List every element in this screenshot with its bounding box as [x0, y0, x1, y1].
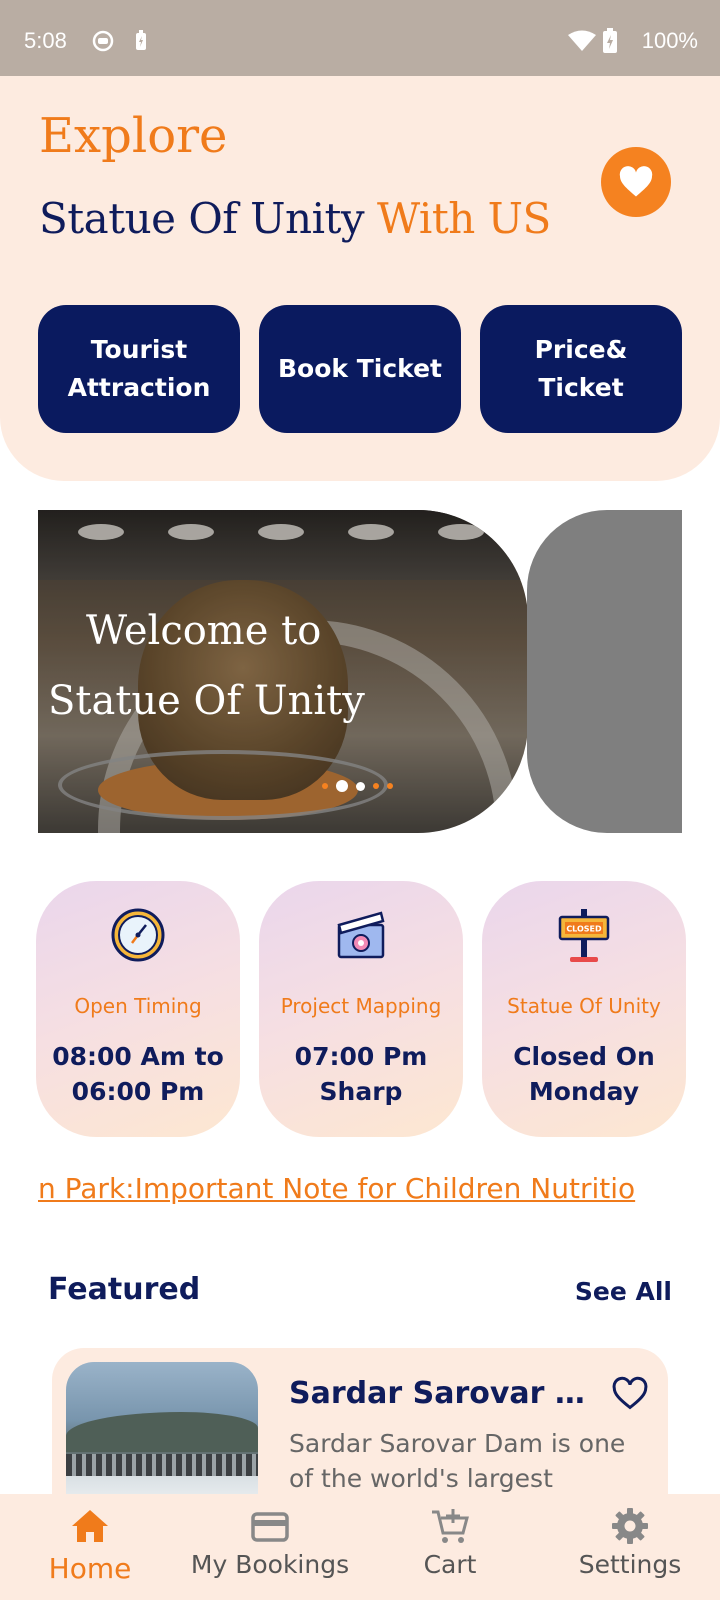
headline-accent: With US	[377, 194, 551, 243]
explore-title: Explore	[39, 108, 228, 164]
nav-home[interactable]: Home	[5, 1494, 175, 1600]
carousel-dot[interactable]	[356, 781, 365, 791]
wifi-icon	[568, 30, 596, 51]
book-ticket-button[interactable]: Book Ticket	[259, 305, 461, 433]
info-card-label: Open Timing	[74, 994, 202, 1018]
info-cards: Open Timing 08:00 Am to 06:00 Pm Project…	[36, 881, 686, 1137]
battery-icon	[603, 28, 617, 53]
featured-title: Sardar Sarovar D...	[289, 1376, 589, 1411]
carousel-dot[interactable]	[387, 783, 393, 789]
carousel-dot-active[interactable]	[336, 780, 348, 792]
svg-text:CLOSED: CLOSED	[566, 925, 602, 934]
heart-icon	[619, 166, 653, 197]
nav-my-bookings[interactable]: My Bookings	[185, 1494, 355, 1600]
featured-heading: Featured	[48, 1272, 201, 1307]
info-card-value: 07:00 Pm Sharp	[294, 1042, 428, 1106]
featured-card[interactable]: Sardar Sarovar D... Sardar Sarovar Dam i…	[52, 1348, 668, 1508]
nav-label: Home	[48, 1552, 132, 1585]
nav-label: Settings	[578, 1550, 682, 1579]
price-ticket-button[interactable]: Price& Ticket	[480, 305, 682, 433]
hero-carousel[interactable]: Welcome to Statue Of Unity	[38, 510, 528, 833]
bottom-navigation: Home My Bookings Cart Settings	[0, 1494, 720, 1600]
cart-icon	[432, 1509, 469, 1543]
battery-saver-icon	[136, 30, 146, 50]
projector-icon	[337, 911, 385, 959]
status-bar: 5:08 100%	[0, 0, 720, 76]
announcement-marquee[interactable]: n Park:Important Note for Children Nutri…	[38, 1172, 682, 1212]
headline-main: Statue Of Unity	[39, 194, 377, 243]
carousel-next-slide[interactable]	[527, 510, 682, 833]
nav-label: Cart	[423, 1550, 477, 1579]
closed-sign-icon: CLOSED	[558, 909, 610, 962]
clock-icon	[111, 908, 165, 962]
tourist-attraction-button[interactable]: Tourist Attraction	[38, 305, 240, 433]
carousel-title-line1: Welcome to	[86, 608, 322, 654]
announcement-text[interactable]: n Park:Important Note for Children Nutri…	[38, 1172, 635, 1205]
carousel-title-line2: Statue Of Unity	[48, 678, 365, 724]
info-card-value: Closed On Monday	[513, 1042, 655, 1106]
featured-description: Sardar Sarovar Dam is one of the world's…	[289, 1429, 626, 1493]
home-icon	[72, 1510, 108, 1542]
header: Explore Statue Of Unity With US Tourist …	[0, 76, 720, 481]
gear-icon	[612, 1508, 648, 1544]
headline: Statue Of Unity With US	[39, 194, 551, 243]
see-all-link[interactable]: See All	[575, 1277, 672, 1306]
info-card-label: Project Mapping	[280, 994, 442, 1018]
carousel-indicators	[322, 780, 393, 792]
nav-label: My Bookings	[190, 1550, 350, 1579]
battery-percent: 100%	[641, 28, 698, 53]
info-card-value: 08:00 Am to 06:00 Pm	[52, 1042, 224, 1106]
favorites-button[interactable]	[601, 147, 671, 217]
info-card-closed-day[interactable]: CLOSED Statue Of Unity Closed On Monday	[482, 881, 686, 1137]
status-time: 5:08	[24, 28, 67, 53]
nav-settings[interactable]: Settings	[545, 1494, 715, 1600]
card-icon	[251, 1512, 289, 1542]
quick-actions: Tourist Attraction Book Ticket Price& Ti…	[38, 305, 682, 433]
info-card-project-mapping[interactable]: Project Mapping 07:00 Pm Sharp	[259, 881, 463, 1137]
info-card-open-timing[interactable]: Open Timing 08:00 Am to 06:00 Pm	[36, 881, 240, 1137]
notification-app-icon	[92, 30, 114, 52]
carousel-dot[interactable]	[322, 783, 328, 789]
nav-cart[interactable]: Cart	[365, 1494, 535, 1600]
info-card-label: Statue Of Unity	[507, 994, 661, 1018]
heart-outline-icon[interactable]	[612, 1376, 648, 1412]
featured-image	[66, 1362, 258, 1508]
carousel-dot[interactable]	[373, 783, 379, 789]
